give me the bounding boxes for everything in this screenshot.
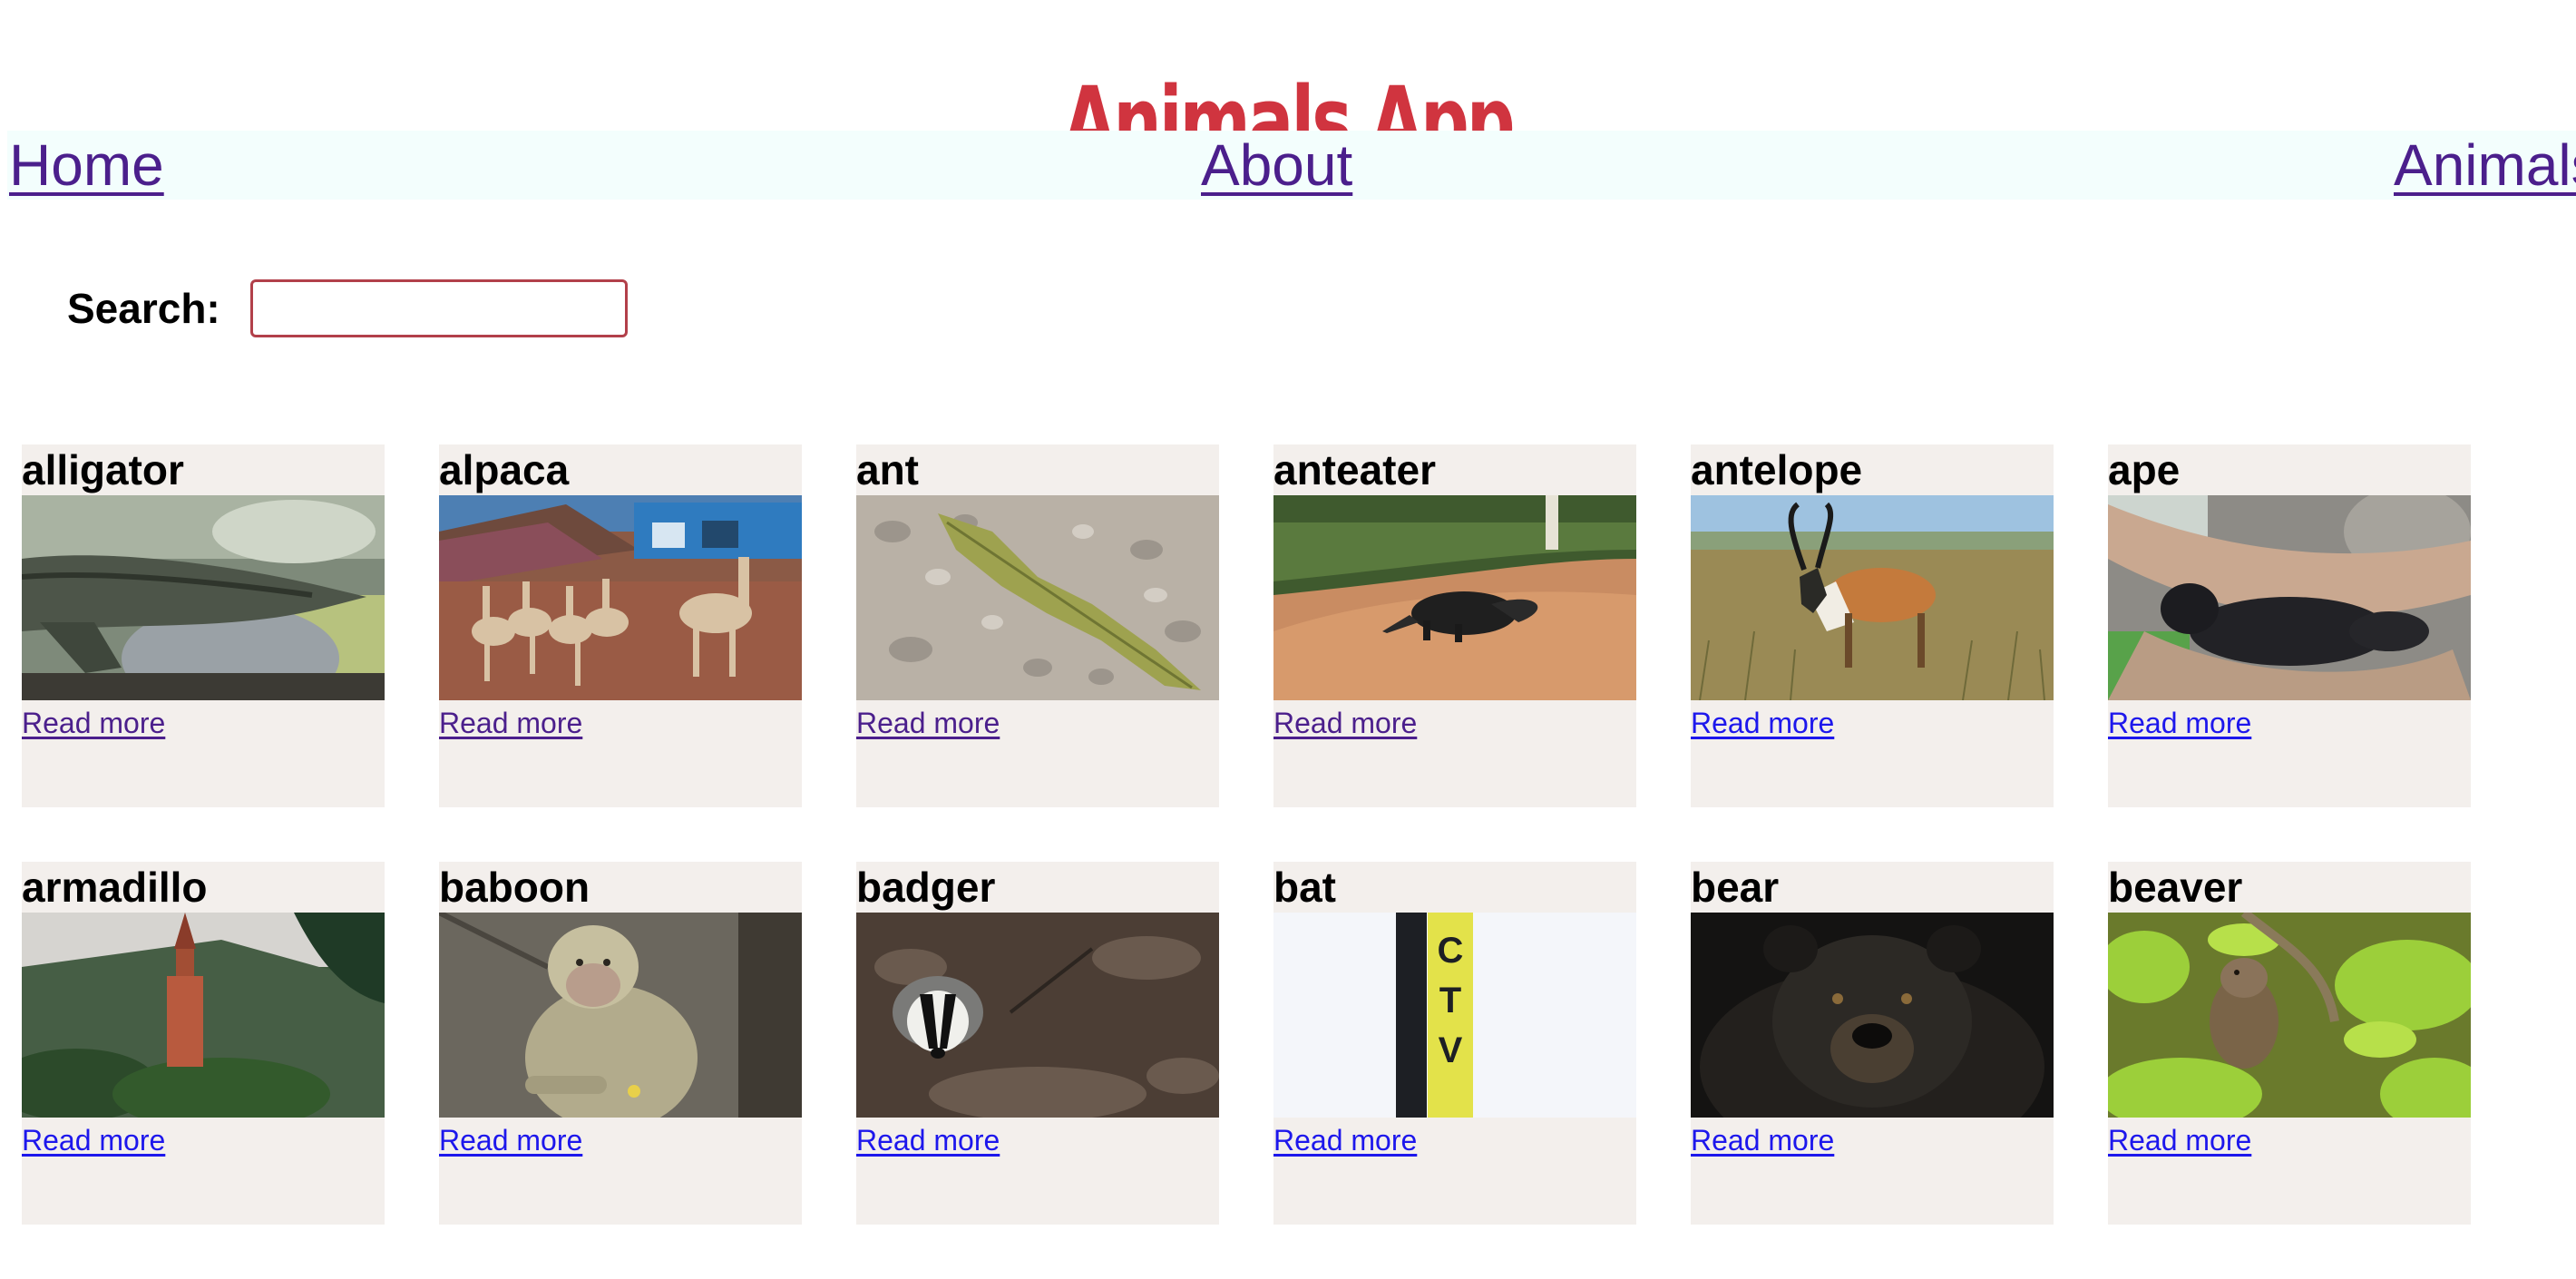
animal-photo bbox=[1273, 495, 1636, 700]
animal-photo bbox=[1691, 913, 2054, 1118]
read-more-link[interactable]: Read more bbox=[439, 704, 582, 742]
svg-text:V: V bbox=[1439, 1030, 1463, 1070]
animal-card: anteater Read more bbox=[1273, 444, 1636, 807]
animal-photo bbox=[22, 913, 385, 1118]
read-more-link[interactable]: Read more bbox=[2108, 1121, 2251, 1159]
animal-photo bbox=[2108, 913, 2471, 1118]
animal-grid: alligator Read more alpaca Read more ant… bbox=[22, 444, 2471, 1225]
animal-name: alligator bbox=[22, 446, 184, 493]
animal-photo: C T V bbox=[1273, 913, 1636, 1118]
search-input[interactable] bbox=[250, 279, 628, 337]
read-more-link[interactable]: Read more bbox=[2108, 704, 2251, 742]
animal-card: antelope Read more bbox=[1691, 444, 2054, 807]
search-label: Search: bbox=[67, 285, 220, 332]
animal-photo bbox=[439, 913, 802, 1118]
read-more-link[interactable]: Read more bbox=[439, 1121, 582, 1159]
animal-name: bat bbox=[1273, 864, 1336, 911]
svg-text:C: C bbox=[1438, 931, 1464, 971]
animal-card: armadillo Read more bbox=[22, 862, 385, 1225]
read-more-link[interactable]: Read more bbox=[856, 704, 1000, 742]
animal-name: beaver bbox=[2108, 864, 2243, 911]
animal-name: armadillo bbox=[22, 864, 208, 911]
read-more-link[interactable]: Read more bbox=[1273, 704, 1417, 742]
animal-name: alpaca bbox=[439, 446, 570, 493]
animal-photo bbox=[856, 495, 1219, 700]
read-more-link[interactable]: Read more bbox=[856, 1121, 1000, 1159]
read-more-link[interactable]: Read more bbox=[1273, 1121, 1417, 1159]
animal-photo bbox=[2108, 495, 2471, 700]
animal-photo bbox=[439, 495, 802, 700]
animal-name: anteater bbox=[1273, 446, 1436, 493]
animal-card: badger Read more bbox=[856, 862, 1219, 1225]
nav-link-animals[interactable]: Animals bbox=[2394, 131, 2576, 200]
animal-card: alligator Read more bbox=[22, 444, 385, 807]
animal-name: ant bbox=[856, 446, 919, 493]
main-nav: Home About Animals bbox=[7, 131, 2576, 200]
animal-name: baboon bbox=[439, 864, 590, 911]
read-more-link[interactable]: Read more bbox=[1691, 704, 1834, 742]
read-more-link[interactable]: Read more bbox=[22, 1121, 165, 1159]
animal-photo bbox=[22, 495, 385, 700]
animal-card: alpaca Read more bbox=[439, 444, 802, 807]
animal-name: badger bbox=[856, 864, 996, 911]
animal-photo bbox=[856, 913, 1219, 1118]
animal-name: bear bbox=[1691, 864, 1780, 911]
svg-text:T: T bbox=[1439, 981, 1461, 1020]
animal-name: ape bbox=[2108, 446, 2181, 493]
animal-card: beaver Read more bbox=[2108, 862, 2471, 1225]
read-more-link[interactable]: Read more bbox=[1691, 1121, 1834, 1159]
animal-card: baboon Read more bbox=[439, 862, 802, 1225]
animal-photo bbox=[1691, 495, 2054, 700]
animal-card: bat C T V Read more bbox=[1273, 862, 1636, 1225]
animal-name: antelope bbox=[1691, 446, 1863, 493]
nav-link-about[interactable]: About bbox=[1201, 131, 1352, 200]
animal-card: bear Read more bbox=[1691, 862, 2054, 1225]
animal-card: ape Read more bbox=[2108, 444, 2471, 807]
animal-card: ant Read more bbox=[856, 444, 1219, 807]
read-more-link[interactable]: Read more bbox=[22, 704, 165, 742]
nav-link-home[interactable]: Home bbox=[9, 131, 164, 200]
